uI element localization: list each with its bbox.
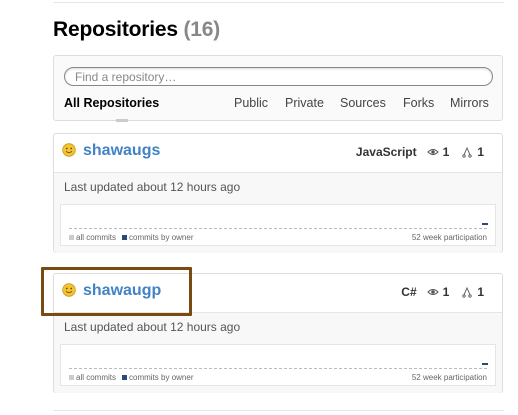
legend-all-commits-label: all commits bbox=[76, 373, 117, 382]
legend-owner-commits-label: commits by owner bbox=[129, 233, 194, 242]
last-updated: Last updated about 12 hours ago bbox=[64, 320, 241, 334]
repo-stats: C# 1 1 bbox=[401, 285, 484, 299]
repo-search-input[interactable] bbox=[64, 67, 493, 86]
repo-card-body: Last updated about 12 hours ago all comm… bbox=[54, 313, 502, 393]
highlight-box bbox=[41, 267, 192, 316]
repo-count: (16) bbox=[183, 18, 220, 41]
repo-filter-panel: All Repositories Public Private Sources … bbox=[53, 55, 503, 122]
eye-icon bbox=[426, 289, 439, 295]
tab-all-repositories[interactable]: All Repositories bbox=[64, 96, 159, 110]
repo-name-link[interactable]: shawaugs bbox=[83, 142, 160, 160]
participation-graph: all commits commits by owner 52 week par… bbox=[60, 204, 496, 246]
repo-card-header: shawaugs JavaScript 1 1 bbox=[54, 134, 502, 173]
all-commits-line bbox=[69, 228, 487, 229]
owner-commits-swatch bbox=[122, 375, 128, 380]
repo-card: shawaugs JavaScript 1 1 Last updated abo… bbox=[53, 133, 503, 253]
tab-mirrors[interactable]: Mirrors bbox=[450, 96, 489, 110]
graph-legend: all commits commits by owner bbox=[69, 233, 199, 242]
legend-all-commits: all commits bbox=[69, 373, 116, 382]
legend-all-commits-label: all commits bbox=[76, 233, 117, 242]
repo-language: C# bbox=[401, 285, 417, 299]
repo-stats: JavaScript 1 1 bbox=[356, 145, 484, 159]
all-commits-line bbox=[69, 368, 487, 369]
participation-label: 52 week participation bbox=[411, 233, 487, 242]
legend-owner-commits: commits by owner bbox=[122, 373, 193, 382]
page-title-text: Repositories bbox=[53, 18, 178, 41]
tab-forks[interactable]: Forks bbox=[403, 96, 434, 110]
legend-owner-commits-label: commits by owner bbox=[129, 373, 194, 382]
graph-legend: all commits commits by owner bbox=[69, 373, 199, 382]
tab-sources[interactable]: Sources bbox=[340, 96, 386, 110]
page-title: Repositories (16) bbox=[53, 18, 220, 42]
watchers-count[interactable]: 1 bbox=[443, 145, 450, 159]
forks-count[interactable]: 1 bbox=[477, 285, 484, 299]
forks-count[interactable]: 1 bbox=[477, 145, 484, 159]
all-commits-swatch bbox=[69, 235, 74, 240]
watchers-count[interactable]: 1 bbox=[443, 285, 450, 299]
tab-private[interactable]: Private bbox=[285, 96, 324, 110]
all-commits-swatch bbox=[69, 375, 74, 380]
participation-graph: all commits commits by owner 52 week par… bbox=[60, 344, 496, 386]
bottom-divider bbox=[53, 410, 504, 411]
repo-language: JavaScript bbox=[355, 145, 417, 159]
fork-icon bbox=[462, 146, 472, 158]
smiley-icon bbox=[62, 143, 76, 157]
active-tab-indicator bbox=[116, 119, 128, 122]
participation-label: 52 week participation bbox=[411, 373, 487, 382]
repo-filter-tabs: All Repositories Public Private Sources … bbox=[54, 96, 502, 116]
tab-public[interactable]: Public bbox=[234, 96, 268, 110]
legend-all-commits: all commits bbox=[69, 233, 116, 242]
last-updated: Last updated about 12 hours ago bbox=[64, 180, 241, 194]
owner-commits-swatch bbox=[122, 235, 128, 240]
repo-card-body: Last updated about 12 hours ago all comm… bbox=[54, 173, 502, 253]
fork-icon bbox=[462, 286, 472, 298]
owner-commits-mark bbox=[482, 223, 488, 225]
owner-commits-mark bbox=[482, 363, 488, 365]
top-divider bbox=[53, 2, 504, 3]
eye-icon bbox=[426, 149, 439, 155]
legend-owner-commits: commits by owner bbox=[122, 233, 193, 242]
